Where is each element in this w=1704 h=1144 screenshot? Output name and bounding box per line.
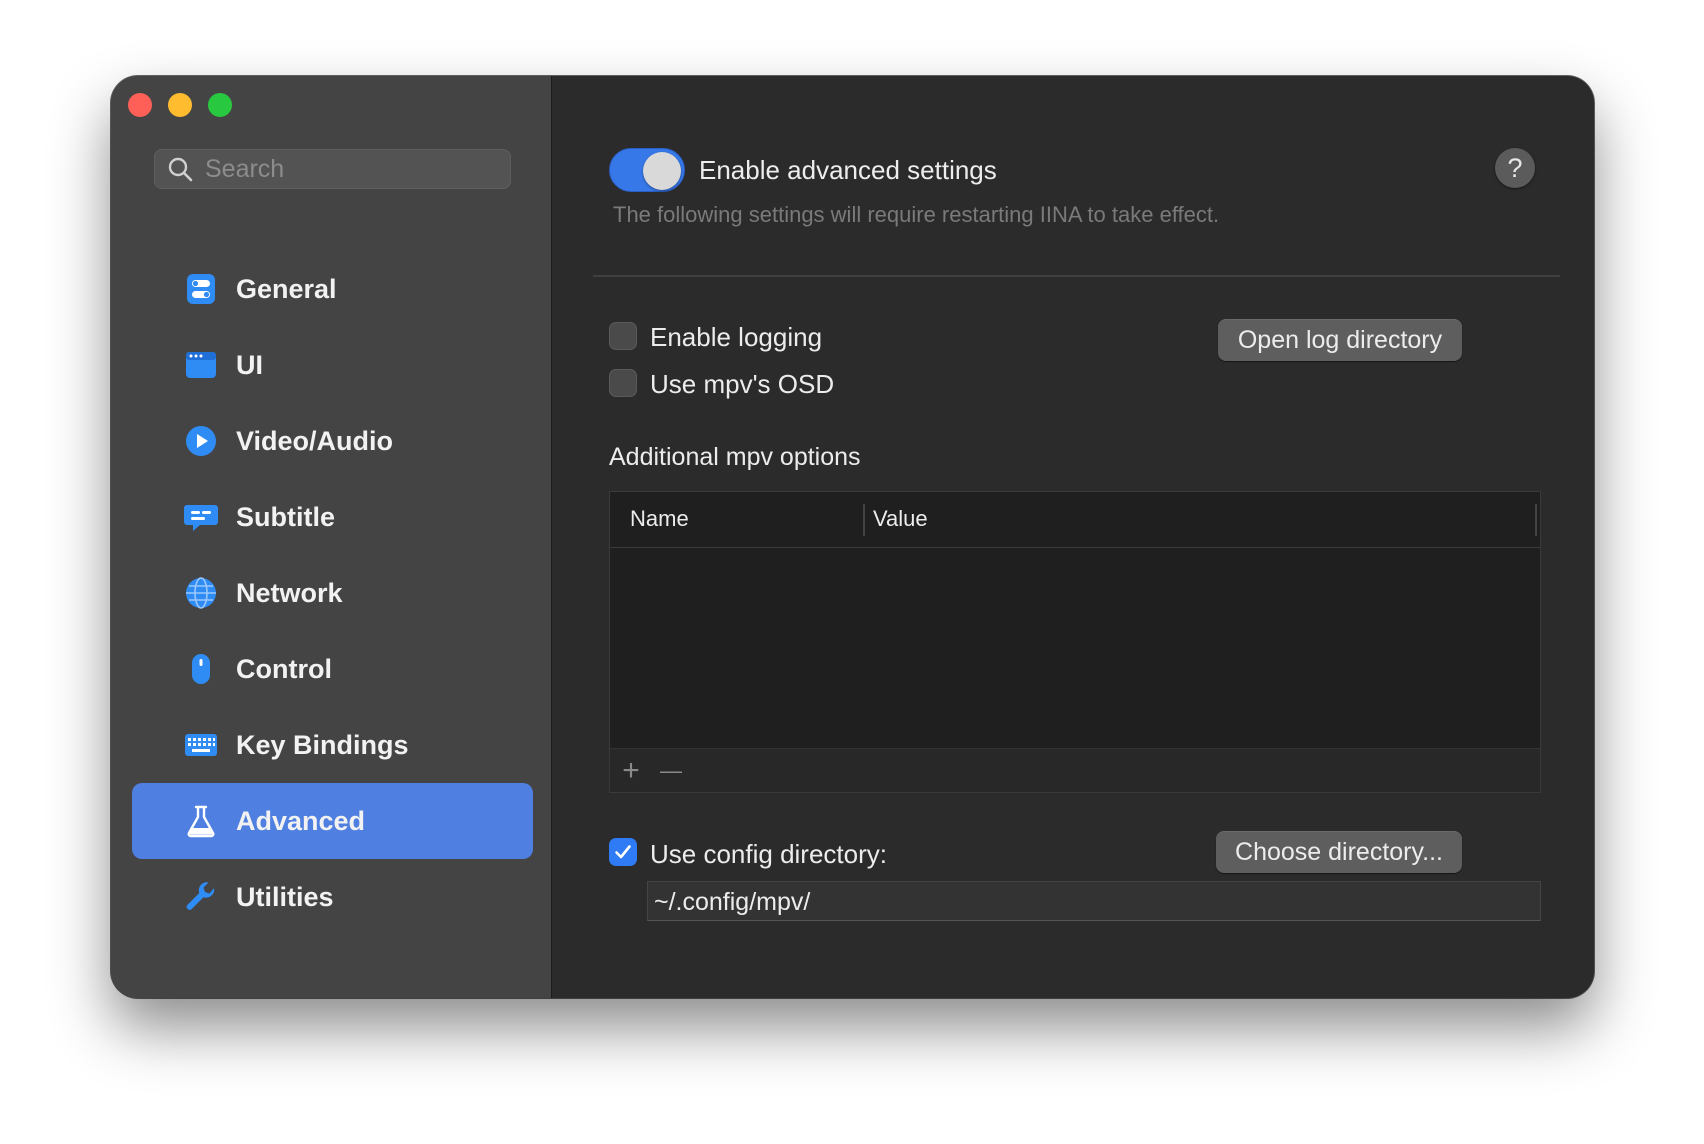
sidebar-item-subtitle[interactable]: Subtitle — [132, 479, 533, 555]
enable-advanced-label: Enable advanced settings — [699, 155, 997, 185]
use-config-directory-checkbox[interactable] — [609, 838, 637, 866]
search-field[interactable] — [154, 149, 511, 189]
sidebar-item-label: Network — [236, 577, 343, 608]
close-window-button[interactable] — [128, 93, 152, 117]
sidebar-item-general[interactable]: General — [132, 251, 533, 327]
column-header-value[interactable]: Value — [873, 506, 928, 532]
ui-window-icon — [184, 348, 218, 382]
column-header-name[interactable]: Name — [630, 506, 689, 532]
toggle-knob — [643, 152, 681, 190]
sidebar-item-label: Utilities — [236, 881, 334, 912]
use-mpv-osd-checkbox[interactable] — [609, 369, 637, 397]
sidebar-item-video-audio[interactable]: Video/Audio — [132, 403, 533, 479]
flask-icon — [184, 804, 218, 838]
checkmark-icon — [615, 845, 631, 859]
play-circle-icon — [184, 424, 218, 458]
sidebar-item-label: Subtitle — [236, 501, 335, 532]
add-option-button[interactable]: + — [618, 755, 644, 786]
search-input[interactable] — [203, 153, 493, 185]
enable-advanced-toggle[interactable] — [609, 148, 685, 192]
window-controls — [128, 93, 232, 117]
sidebar-item-label: General — [236, 273, 337, 304]
sidebar-item-utilities[interactable]: Utilities — [132, 859, 533, 935]
config-path-field[interactable]: ~/.config/mpv/ — [647, 881, 1541, 921]
sidebar-item-network[interactable]: Network — [132, 555, 533, 631]
question-mark-icon: ? — [1507, 152, 1523, 183]
table-footer: + — — [610, 748, 1540, 792]
section-divider — [593, 275, 1560, 277]
restart-hint: The following settings will require rest… — [613, 202, 1220, 227]
enable-logging-checkbox[interactable] — [609, 322, 637, 350]
general-toggles-icon — [184, 272, 218, 306]
wrench-icon — [184, 880, 218, 914]
enable-logging-label: Enable logging — [650, 322, 823, 352]
remove-option-button[interactable]: — — [658, 756, 684, 786]
minimize-window-button[interactable] — [168, 93, 192, 117]
keyboard-icon — [184, 728, 218, 762]
table-header: Name Value — [610, 492, 1540, 548]
use-mpv-osd-label: Use mpv's OSD — [650, 369, 835, 399]
sidebar-item-label: Key Bindings — [236, 729, 409, 760]
sidebar-item-key-bindings[interactable]: Key Bindings — [132, 707, 533, 783]
advanced-settings-panel: Enable advanced settings The following s… — [552, 76, 1594, 998]
sidebar-item-control[interactable]: Control — [132, 631, 533, 707]
sidebar-item-label: Video/Audio — [236, 425, 394, 456]
preferences-window: General UI — [111, 76, 1594, 998]
sidebar-item-advanced[interactable]: Advanced — [132, 783, 533, 859]
sidebar: General UI — [111, 76, 552, 998]
sidebar-item-label: UI — [236, 349, 263, 380]
sidebar-item-ui[interactable]: UI — [132, 327, 533, 403]
mpv-options-title: Additional mpv options — [609, 443, 861, 471]
open-log-directory-button[interactable]: Open log directory — [1218, 319, 1462, 361]
mouse-icon — [184, 652, 218, 686]
use-config-directory-label: Use config directory: — [650, 839, 887, 869]
column-separator[interactable] — [1535, 504, 1537, 536]
column-separator[interactable] — [863, 504, 865, 536]
choose-directory-button[interactable]: Choose directory... — [1216, 831, 1462, 873]
help-button[interactable]: ? — [1495, 148, 1535, 188]
mpv-options-table[interactable]: Name Value + — — [609, 491, 1541, 793]
subtitle-bubble-icon — [184, 500, 218, 534]
sidebar-item-label: Advanced — [236, 805, 366, 836]
globe-icon — [184, 576, 218, 610]
sidebar-item-label: Control — [236, 653, 332, 684]
search-icon — [168, 157, 193, 182]
sidebar-nav: General UI Video/Audio Subtitle Network … — [132, 251, 533, 935]
zoom-window-button[interactable] — [208, 93, 232, 117]
